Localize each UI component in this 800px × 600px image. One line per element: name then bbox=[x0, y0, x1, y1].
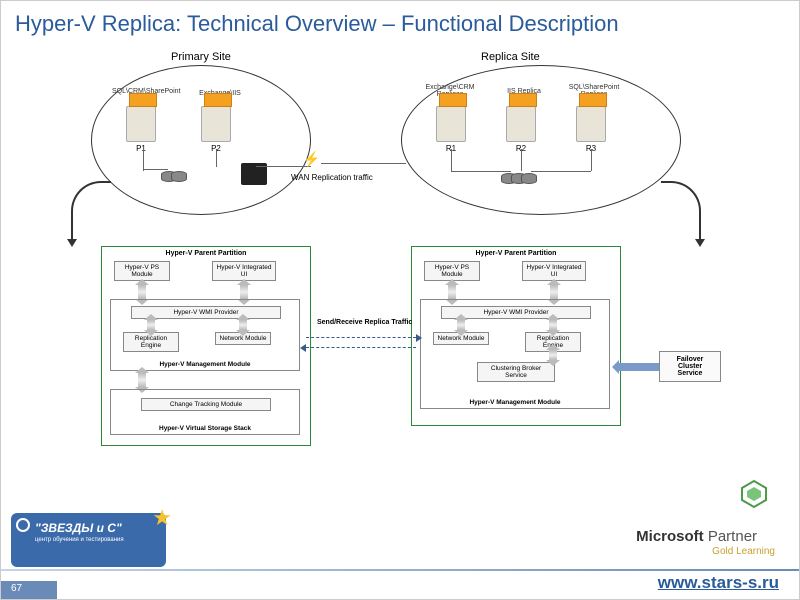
failover-arrow bbox=[619, 363, 659, 371]
green-logo-icon bbox=[739, 479, 769, 509]
primary-site-label: Primary Site bbox=[171, 51, 231, 63]
server-p2: Exchange\IIS P2 bbox=[201, 106, 231, 153]
replica-ps-module: Hyper-V PS Module bbox=[424, 261, 480, 281]
slide-number: 67 bbox=[1, 581, 57, 599]
wan-link-icon: ⚡ bbox=[302, 150, 321, 168]
primary-integrated-ui: Hyper-V Integrated UI bbox=[212, 261, 276, 281]
slide-title: Hyper-V Replica: Technical Overview – Fu… bbox=[15, 11, 619, 37]
replica-partition: Hyper-V Parent Partition Hyper-V PS Modu… bbox=[411, 246, 621, 426]
receive-arrow bbox=[306, 347, 416, 348]
send-receive-label: Send/Receive Replica Traffic bbox=[317, 319, 412, 326]
clustering-broker-service: Clustering Broker Service bbox=[477, 362, 555, 382]
server-r2: IIS Replica R2 bbox=[506, 106, 536, 153]
footer-divider bbox=[1, 569, 799, 571]
website-link[interactable]: www.stars-s.ru bbox=[658, 573, 779, 593]
replica-mgmt-module: Hyper-V WMI Provider Network Module Repl… bbox=[420, 299, 610, 409]
primary-flow-arrow bbox=[71, 181, 111, 241]
replica-storage-icon bbox=[501, 171, 537, 189]
primary-partition: Hyper-V Parent Partition Hyper-V PS Modu… bbox=[101, 246, 311, 446]
wan-label: WAN Replication traffic bbox=[291, 173, 373, 182]
send-arrow bbox=[306, 337, 416, 338]
primary-ps-module: Hyper-V PS Module bbox=[114, 261, 170, 281]
change-tracking-module: Change Tracking Module bbox=[141, 398, 271, 411]
failover-cluster-service: Failover Cluster Service bbox=[659, 351, 721, 382]
replica-site-label: Replica Site bbox=[481, 51, 540, 63]
server-r1: Exchange\CRM Replicas R1 bbox=[436, 106, 466, 153]
primary-storage-stack: Change Tracking Module Hyper-V Virtual S… bbox=[110, 389, 300, 435]
replica-integrated-ui: Hyper-V Integrated UI bbox=[522, 261, 586, 281]
star-icon: ★ bbox=[152, 505, 172, 531]
primary-mgmt-module: Hyper-V WMI Provider Replication Engine … bbox=[110, 299, 300, 371]
microsoft-partner-logo: Microsoft Partner Gold Learning bbox=[636, 528, 775, 557]
primary-storage-icon bbox=[161, 169, 187, 187]
server-r3: SQL\SharePoint Replicas R3 bbox=[576, 106, 606, 153]
replica-flow-arrow bbox=[661, 181, 701, 241]
server-p1: SQL\CRM\SharePoint P1 bbox=[126, 106, 156, 153]
sponsor-badge: ★ "ЗВЕЗДЫ и С" центр обучения и тестиров… bbox=[11, 513, 166, 567]
diagram-area: Primary Site Replica Site SQL\CRM\ShareP… bbox=[81, 51, 721, 461]
